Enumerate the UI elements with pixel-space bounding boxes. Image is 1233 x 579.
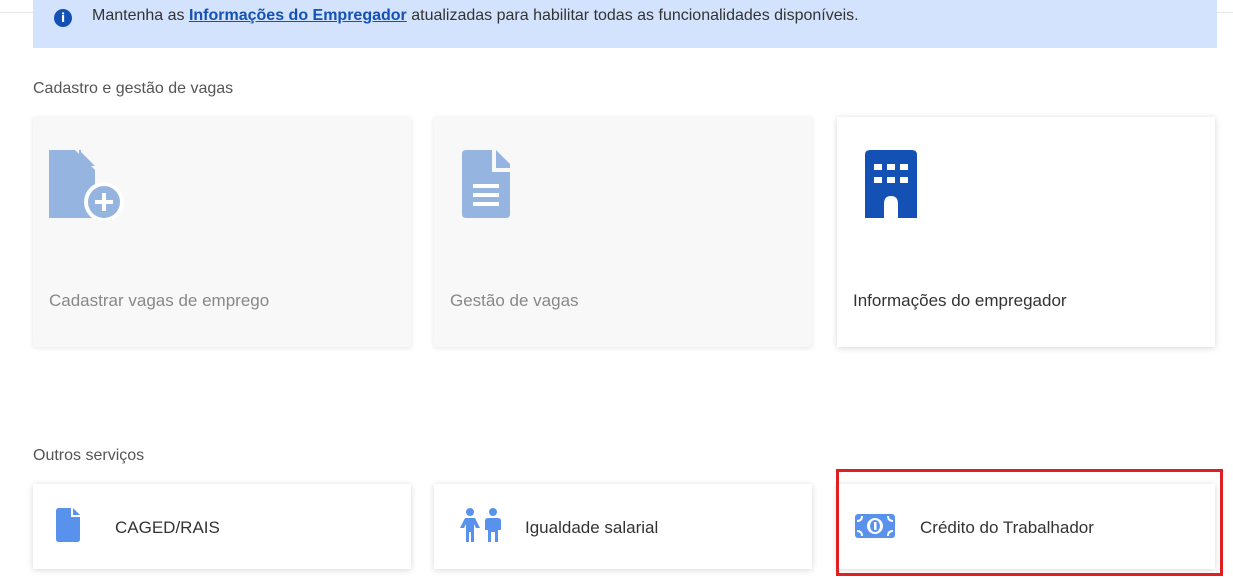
building-icon [865, 150, 917, 225]
employer-info-link[interactable]: Informações do Empregador [189, 7, 407, 24]
card-label: Gestão de vagas [450, 291, 579, 310]
man-woman-icon [460, 508, 504, 547]
banner-text-after: atualizadas para habilitar todas as func… [406, 7, 859, 24]
card-informacoes-empregador[interactable]: Informações do empregador [837, 117, 1215, 347]
file-add-icon [49, 150, 129, 225]
page: i Mantenha as Informações do Empregador … [0, 0, 1233, 579]
service-caged-rais[interactable]: CAGED/RAIS [33, 484, 411, 569]
section-title-vagas: Cadastro e gestão de vagas [33, 80, 234, 97]
service-credito-trabalhador[interactable]: Crédito do Trabalhador [837, 484, 1215, 569]
card-gestao-vagas[interactable]: Gestão de vagas [434, 117, 812, 347]
banner-message: Mantenha as Informações do Empregador at… [92, 7, 859, 25]
banner-text-before: Mantenha as [92, 7, 189, 24]
info-icon: i [54, 9, 72, 27]
card-cadastrar-vagas[interactable]: Cadastrar vagas de emprego [33, 117, 411, 347]
card-label: Cadastrar vagas de emprego [49, 291, 270, 310]
section-title-outros: Outros serviços [33, 447, 145, 464]
file-icon [56, 508, 80, 547]
service-label: Igualdade salarial [525, 518, 659, 537]
service-label: Crédito do Trabalhador [920, 518, 1094, 537]
money-bill-icon [855, 514, 895, 543]
service-igualdade-salarial[interactable]: Igualdade salarial [434, 484, 812, 569]
info-banner: i Mantenha as Informações do Empregador … [33, 0, 1217, 48]
service-label: CAGED/RAIS [115, 518, 220, 537]
document-icon [462, 150, 510, 225]
card-label: Informações do empregador [853, 291, 1067, 310]
